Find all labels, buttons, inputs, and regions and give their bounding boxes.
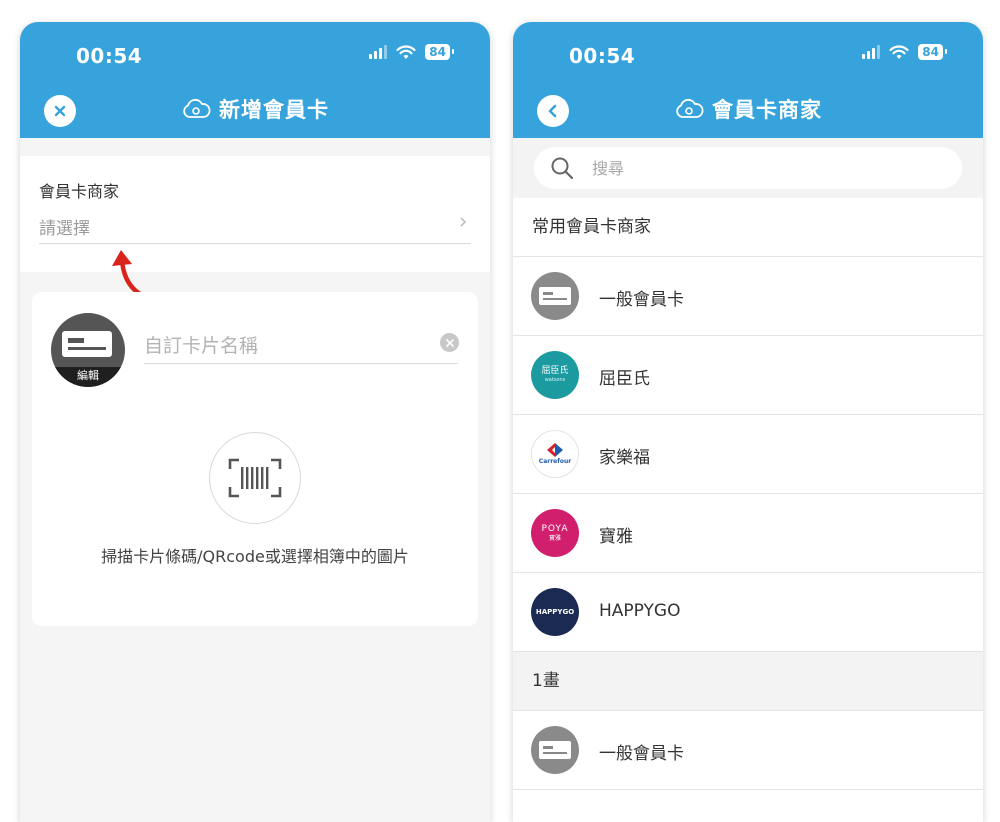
list-item-general-card[interactable]: 一般會員卡 [513, 257, 983, 336]
list-item-label: HAPPYGO [599, 601, 681, 621]
battery-indicator: 84 [918, 44, 947, 60]
list-item-label: 寶雅 [599, 527, 633, 547]
list-item-general-card[interactable]: 一般會員卡 [513, 711, 983, 790]
page-title: 新增會員卡 [20, 94, 490, 124]
status-time: 00:54 [569, 44, 636, 68]
battery-indicator: 84 [425, 44, 454, 60]
scan-instruction: 掃描卡片條碼/QRcode或選擇相簿中的圖片 [101, 547, 409, 566]
logo-text: 屈臣氏 [541, 366, 569, 376]
merchant-select[interactable]: 請選擇 [39, 210, 471, 244]
wifi-icon [396, 44, 416, 59]
list-item-label: 一般會員卡 [599, 744, 684, 764]
add-card-screen: 00:54 84 新增會員卡 會員卡商家 請選擇 編輯 自訂卡片名稱 掃描卡片條… [20, 22, 490, 822]
chevron-right-icon [460, 217, 466, 227]
card-image-avatar[interactable]: 編輯 [51, 313, 125, 387]
wifi-icon [889, 44, 909, 59]
list-item-label: 一般會員卡 [599, 290, 684, 310]
page-title: 會員卡商家 [513, 94, 983, 124]
happygo-logo: HAPPYGO [531, 588, 579, 636]
logo-subtext: watsons [544, 377, 566, 383]
list-item-happygo[interactable]: HAPPYGO HAPPYGO [513, 573, 983, 652]
poya-logo: POYA 寶雅 [531, 509, 579, 557]
logo-text: Carrefour [538, 458, 572, 465]
scan-barcode-button[interactable] [209, 432, 301, 524]
page-title-text: 新增會員卡 [219, 98, 329, 122]
app-header: 00:54 84 會員卡商家 [513, 22, 983, 138]
edit-label: 編輯 [51, 367, 125, 387]
logo-text: HAPPYGO [535, 608, 575, 616]
search-icon [551, 157, 574, 180]
app-header: 00:54 84 新增會員卡 [20, 22, 490, 138]
status-time: 00:54 [76, 44, 143, 68]
section-header-frequent: 常用會員卡商家 [513, 198, 983, 257]
card-name-input[interactable] [144, 328, 458, 364]
list-item-label: 家樂福 [599, 448, 650, 468]
close-icon [445, 338, 454, 347]
merchant-label: 會員卡商家 [39, 182, 120, 201]
barcode-scan-icon [228, 458, 282, 498]
cloud-icon [183, 98, 211, 118]
merchant-selector: 會員卡商家 請選擇 [20, 156, 490, 272]
signal-icon [862, 45, 881, 59]
watsons-logo: 屈臣氏 watsons [531, 351, 579, 399]
logo-text: POYA [541, 523, 569, 534]
search-bar [513, 138, 983, 198]
carrefour-logo: Carrefour [531, 430, 579, 478]
clear-button[interactable] [440, 333, 459, 352]
list-item-carrefour[interactable]: Carrefour 家樂福 [513, 415, 983, 494]
list-item-watsons[interactable]: 屈臣氏 watsons 屈臣氏 [513, 336, 983, 415]
merchant-placeholder: 請選擇 [39, 219, 90, 239]
merchant-list-screen: 00:54 84 會員卡商家 搜尋 常用會員卡商家 一般會員卡 屈臣氏 wats… [513, 22, 983, 822]
cloud-icon [676, 98, 704, 118]
section-header-1-stroke: 1畫 [513, 652, 983, 711]
card-icon [531, 272, 579, 320]
carrefour-mark-icon [547, 443, 563, 457]
search-input[interactable] [592, 154, 932, 182]
status-icons: 84 [369, 44, 454, 60]
signal-icon [369, 45, 388, 59]
card-icon [531, 726, 579, 774]
status-icons: 84 [862, 44, 947, 60]
page-title-text: 會員卡商家 [712, 98, 822, 122]
search-box[interactable] [534, 147, 962, 189]
logo-subtext: 寶雅 [548, 534, 561, 542]
list-item-poya[interactable]: POYA 寶雅 寶雅 [513, 494, 983, 573]
card-icon [62, 331, 112, 357]
list-item-label: 屈臣氏 [599, 369, 650, 389]
card-editor-panel: 編輯 掃描卡片條碼/QRcode或選擇相簿中的圖片 [32, 292, 478, 626]
